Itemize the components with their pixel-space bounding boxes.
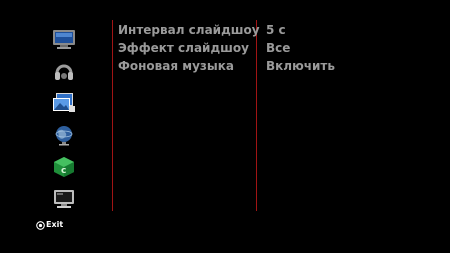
exit-hint[interactable]: Exit [36, 219, 63, 231]
setting-value[interactable]: Включить [266, 58, 335, 74]
setting-label: Эффект слайдшоу [118, 41, 249, 55]
setting-value[interactable]: Все [266, 40, 290, 56]
tv-screen-icon[interactable] [52, 28, 76, 50]
svg-text:c: c [61, 166, 66, 176]
photo-slides-icon[interactable] [52, 92, 76, 114]
setting-row-interval[interactable]: Интервал слайдшоу 5 с [118, 22, 438, 38]
setting-label: Интервал слайдшоу [118, 23, 260, 37]
left-divider [112, 20, 113, 211]
system-monitor-icon[interactable] [52, 188, 76, 210]
setting-value[interactable]: 5 с [266, 22, 286, 38]
exit-label: Exit [46, 220, 64, 229]
green-cube-icon[interactable]: c [52, 156, 76, 178]
setting-row-background-music[interactable]: Фоновая музыка Включить [118, 58, 438, 74]
exit-icon [36, 220, 45, 230]
setting-label: Фоновая музыка [118, 59, 234, 73]
music-headphones-icon[interactable] [52, 60, 76, 82]
slideshow-settings-screen: c Интервал слайдшоу 5 с Эффект слайдшоу … [0, 0, 450, 253]
setting-row-effect[interactable]: Эффект слайдшоу Все [118, 40, 438, 56]
network-globe-icon[interactable] [52, 124, 76, 146]
